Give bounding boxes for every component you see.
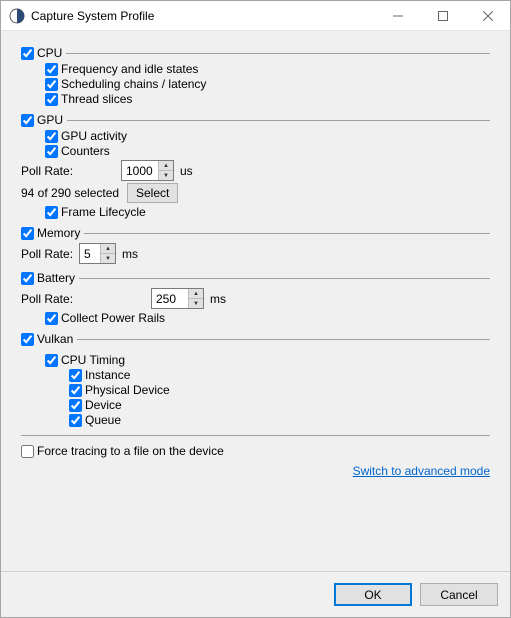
battery-rails-label: Collect Power Rails [61, 311, 165, 325]
divider [66, 53, 490, 54]
vulkan-cputiming-label: CPU Timing [61, 353, 125, 367]
cpu-checkbox[interactable] [21, 47, 34, 60]
vulkan-device-checkbox[interactable] [69, 399, 82, 412]
battery-poll-unit: ms [210, 292, 226, 306]
gpu-activity-checkbox[interactable] [45, 130, 58, 143]
dialog-window: Capture System Profile CPU [0, 0, 511, 618]
memory-poll-input[interactable] [80, 244, 100, 263]
dialog-body: CPU Frequency and idle states Scheduling… [1, 31, 510, 571]
gpu-poll-unit: us [180, 164, 193, 178]
battery-poll-input[interactable] [152, 289, 188, 308]
vulkan-queue-checkbox[interactable] [69, 414, 82, 427]
maximize-button[interactable] [420, 1, 465, 30]
gpu-poll-input[interactable] [122, 161, 158, 180]
memory-checkbox[interactable] [21, 227, 34, 240]
vulkan-label: Vulkan [37, 332, 73, 346]
gpu-selected-text: 94 of 290 selected [21, 186, 121, 200]
gpu-poll-spinner[interactable]: ▲▼ [121, 160, 174, 181]
battery-poll-label: Poll Rate: [21, 292, 151, 306]
cpu-slices-label: Thread slices [61, 92, 132, 106]
divider [79, 278, 490, 279]
advanced-mode-link[interactable]: Switch to advanced mode [353, 464, 490, 478]
gpu-frame-checkbox[interactable] [45, 206, 58, 219]
vulkan-physical-label: Physical Device [85, 383, 170, 397]
divider [21, 435, 490, 436]
cpu-freq-checkbox[interactable] [45, 63, 58, 76]
minimize-button[interactable] [375, 1, 420, 30]
window-title: Capture System Profile [31, 9, 375, 23]
dialog-footer: OK Cancel [1, 571, 510, 617]
app-icon [9, 8, 25, 24]
vulkan-physical-checkbox[interactable] [69, 384, 82, 397]
cpu-slices-checkbox[interactable] [45, 93, 58, 106]
spin-up-icon[interactable]: ▲ [159, 161, 173, 171]
memory-label: Memory [37, 226, 80, 240]
battery-poll-spinner[interactable]: ▲▼ [151, 288, 204, 309]
gpu-select-button[interactable]: Select [127, 183, 178, 203]
battery-label: Battery [37, 271, 75, 285]
spin-up-icon[interactable]: ▲ [101, 244, 115, 254]
spin-down-icon[interactable]: ▼ [189, 299, 203, 308]
cpu-freq-label: Frequency and idle states [61, 62, 198, 76]
gpu-counters-label: Counters [61, 144, 110, 158]
titlebar: Capture System Profile [1, 1, 510, 31]
spin-down-icon[interactable]: ▼ [101, 254, 115, 263]
memory-poll-spinner[interactable]: ▲▼ [79, 243, 116, 264]
divider [67, 120, 490, 121]
spin-down-icon[interactable]: ▼ [159, 171, 173, 180]
battery-checkbox[interactable] [21, 272, 34, 285]
gpu-label: GPU [37, 113, 63, 127]
cpu-sched-label: Scheduling chains / latency [61, 77, 206, 91]
gpu-frame-label: Frame Lifecycle [61, 205, 146, 219]
memory-poll-unit: ms [122, 247, 138, 261]
vulkan-instance-checkbox[interactable] [69, 369, 82, 382]
vulkan-checkbox[interactable] [21, 333, 34, 346]
gpu-poll-label: Poll Rate: [21, 164, 121, 178]
vulkan-queue-label: Queue [85, 413, 121, 427]
close-button[interactable] [465, 1, 510, 30]
memory-poll-label: Poll Rate: [21, 247, 79, 261]
cancel-button[interactable]: Cancel [420, 583, 498, 606]
vulkan-instance-label: Instance [85, 368, 130, 382]
divider [84, 233, 490, 234]
cpu-label: CPU [37, 46, 62, 60]
cpu-sched-checkbox[interactable] [45, 78, 58, 91]
force-trace-label: Force tracing to a file on the device [37, 444, 224, 458]
spin-up-icon[interactable]: ▲ [189, 289, 203, 299]
vulkan-device-label: Device [85, 398, 122, 412]
divider [77, 339, 490, 340]
gpu-activity-label: GPU activity [61, 129, 127, 143]
gpu-counters-checkbox[interactable] [45, 145, 58, 158]
ok-button[interactable]: OK [334, 583, 412, 606]
vulkan-cputiming-checkbox[interactable] [45, 354, 58, 367]
force-trace-checkbox[interactable] [21, 445, 34, 458]
battery-rails-checkbox[interactable] [45, 312, 58, 325]
gpu-checkbox[interactable] [21, 114, 34, 127]
